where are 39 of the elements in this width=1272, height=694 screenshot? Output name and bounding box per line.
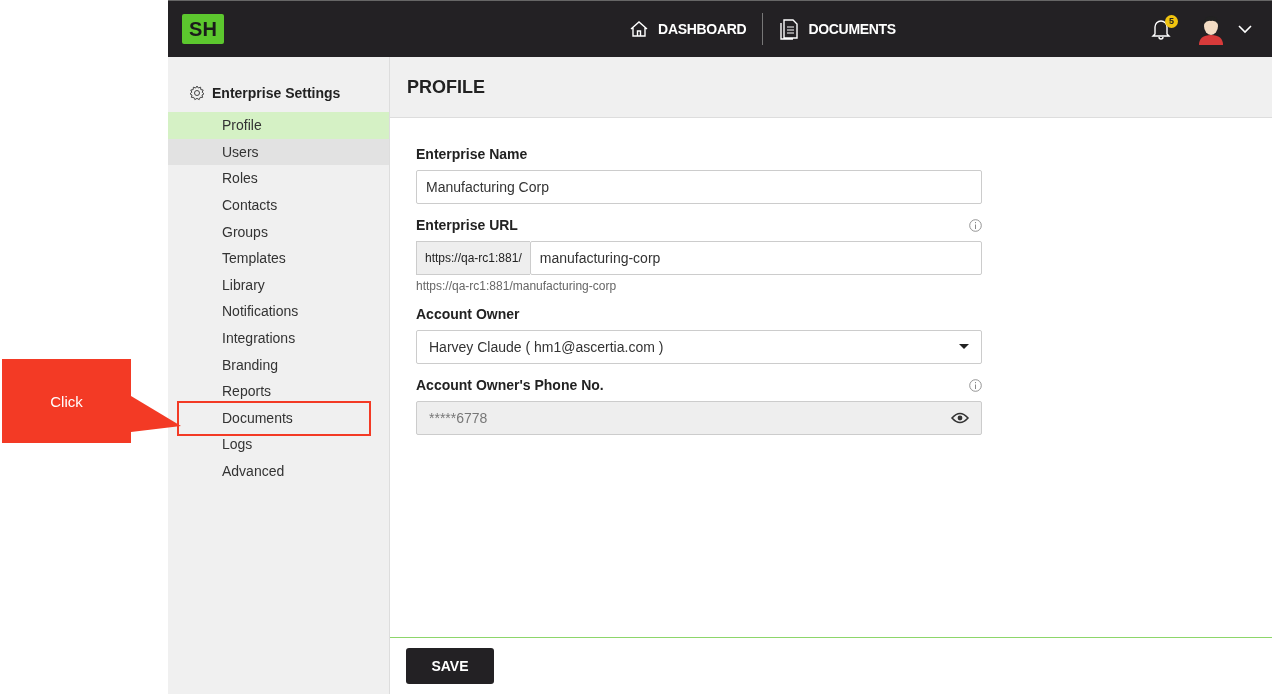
notification-badge: 5 [1165, 14, 1178, 28]
sidebar-item[interactable]: Advanced [168, 457, 389, 485]
field-label: Enterprise Name [416, 146, 528, 162]
sidebar-item[interactable]: Users [168, 138, 389, 166]
home-icon [629, 19, 650, 39]
url-prefix: https://qa-rc1:881/ [416, 241, 530, 275]
sidebar-item[interactable]: Groups [168, 218, 389, 245]
select-field[interactable]: Harvey Claude ( hm1@ascertia.com ) [416, 330, 982, 364]
save-button[interactable]: SAVE [406, 648, 494, 684]
sidebar-item[interactable]: Notifications [168, 298, 389, 325]
field-label: Enterprise URL [416, 217, 518, 233]
nav-link[interactable]: DOCUMENTS [779, 18, 896, 40]
info-icon[interactable] [969, 218, 982, 232]
bell-icon [1151, 18, 1171, 40]
field-label: Account Owner's Phone No. [416, 377, 604, 393]
text-field[interactable]: Manufacturing Corp [416, 170, 982, 204]
page-title: PROFILE [407, 76, 485, 98]
sidebar-item[interactable]: Integrations [168, 324, 389, 352]
sidebar-item[interactable]: Contacts [168, 191, 389, 219]
logo[interactable]: SH [182, 14, 224, 44]
field-label: Account Owner [416, 306, 520, 322]
sidebar-item[interactable]: Reports [168, 377, 389, 405]
text-field[interactable]: manufacturing-corp [529, 241, 982, 275]
caret-icon [959, 344, 969, 350]
document-icon [779, 18, 800, 40]
sidebar-item[interactable]: Documents [168, 404, 389, 432]
sidebar-item[interactable]: Roles [168, 165, 389, 192]
sidebar-title: Enterprise Settings [212, 85, 341, 101]
sidebar-item[interactable]: Templates [168, 244, 389, 272]
nav-link[interactable]: DASHBOARD [629, 19, 747, 39]
callout-label: Click [2, 359, 131, 443]
notification-button[interactable] [1151, 18, 1171, 40]
callout-pointer [131, 396, 181, 432]
gear-icon [189, 85, 205, 101]
url-preview: https://qa-rc1:881/manufacturing-corp [416, 279, 618, 293]
sidebar-item[interactable]: Branding [168, 351, 389, 378]
sidebar-item[interactable]: Library [168, 271, 389, 299]
chevron-down-icon[interactable] [1238, 24, 1252, 34]
sidebar-item[interactable]: Profile [168, 112, 389, 139]
